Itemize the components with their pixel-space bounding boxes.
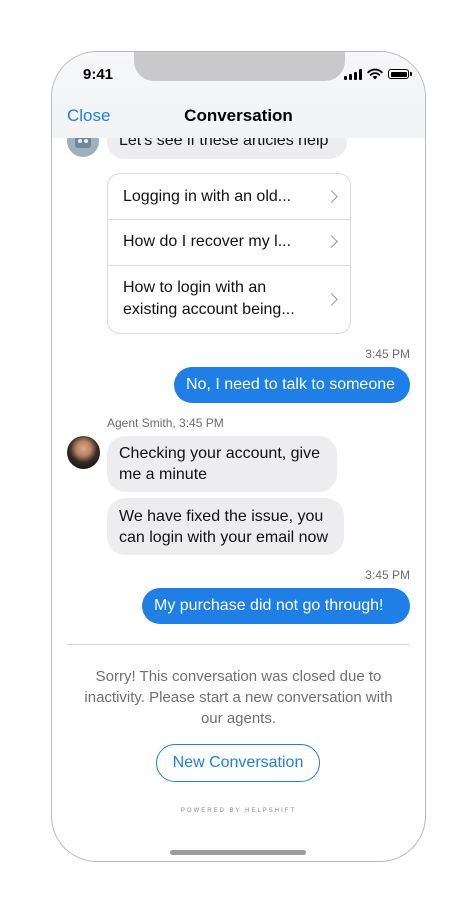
signal-icon: [344, 68, 362, 80]
agent-message: We have fixed the issue, you can login w…: [107, 498, 344, 555]
article-title: How to login with an existing account be…: [123, 279, 295, 318]
user-message: No, I need to talk to someone: [174, 367, 410, 403]
user-message: My purchase did not go through!: [142, 588, 410, 624]
phone-frame: 9:41 Close Conversation Let's see if the…: [51, 51, 426, 862]
message-timestamp: 3:45 PM: [365, 568, 410, 582]
wifi-icon: [367, 68, 383, 80]
conversation-closed-message: Sorry! This conversation was closed due …: [84, 668, 393, 727]
agent-header: Agent Smith, 3:45 PM: [107, 416, 224, 430]
article-item[interactable]: How do I recover my l...: [108, 219, 350, 266]
new-conversation-button[interactable]: New Conversation: [156, 744, 320, 782]
divider: [67, 644, 410, 645]
message-timestamp: 3:45 PM: [365, 347, 410, 361]
chevron-right-icon: [325, 190, 338, 203]
status-icons: [344, 68, 412, 80]
battery-icon: [388, 69, 412, 79]
chevron-right-icon: [325, 293, 338, 306]
agent-avatar: [67, 436, 100, 469]
powered-by-label: POWERED BY HELPSHIFT: [180, 808, 297, 814]
agent-message: Checking your account, give me a minute: [107, 436, 337, 492]
close-button[interactable]: Close: [67, 106, 110, 126]
article-item[interactable]: How to login with an existing account be…: [108, 265, 350, 334]
home-indicator[interactable]: [170, 850, 306, 855]
status-time: 9:41: [83, 66, 114, 83]
suggested-articles: Logging in with an old... How do I recov…: [107, 173, 351, 334]
article-title: Logging in with an old...: [123, 188, 292, 205]
article-title: How do I recover my l...: [123, 233, 292, 250]
notch: [134, 52, 345, 81]
article-item[interactable]: Logging in with an old...: [108, 174, 350, 220]
chevron-right-icon: [325, 235, 338, 248]
